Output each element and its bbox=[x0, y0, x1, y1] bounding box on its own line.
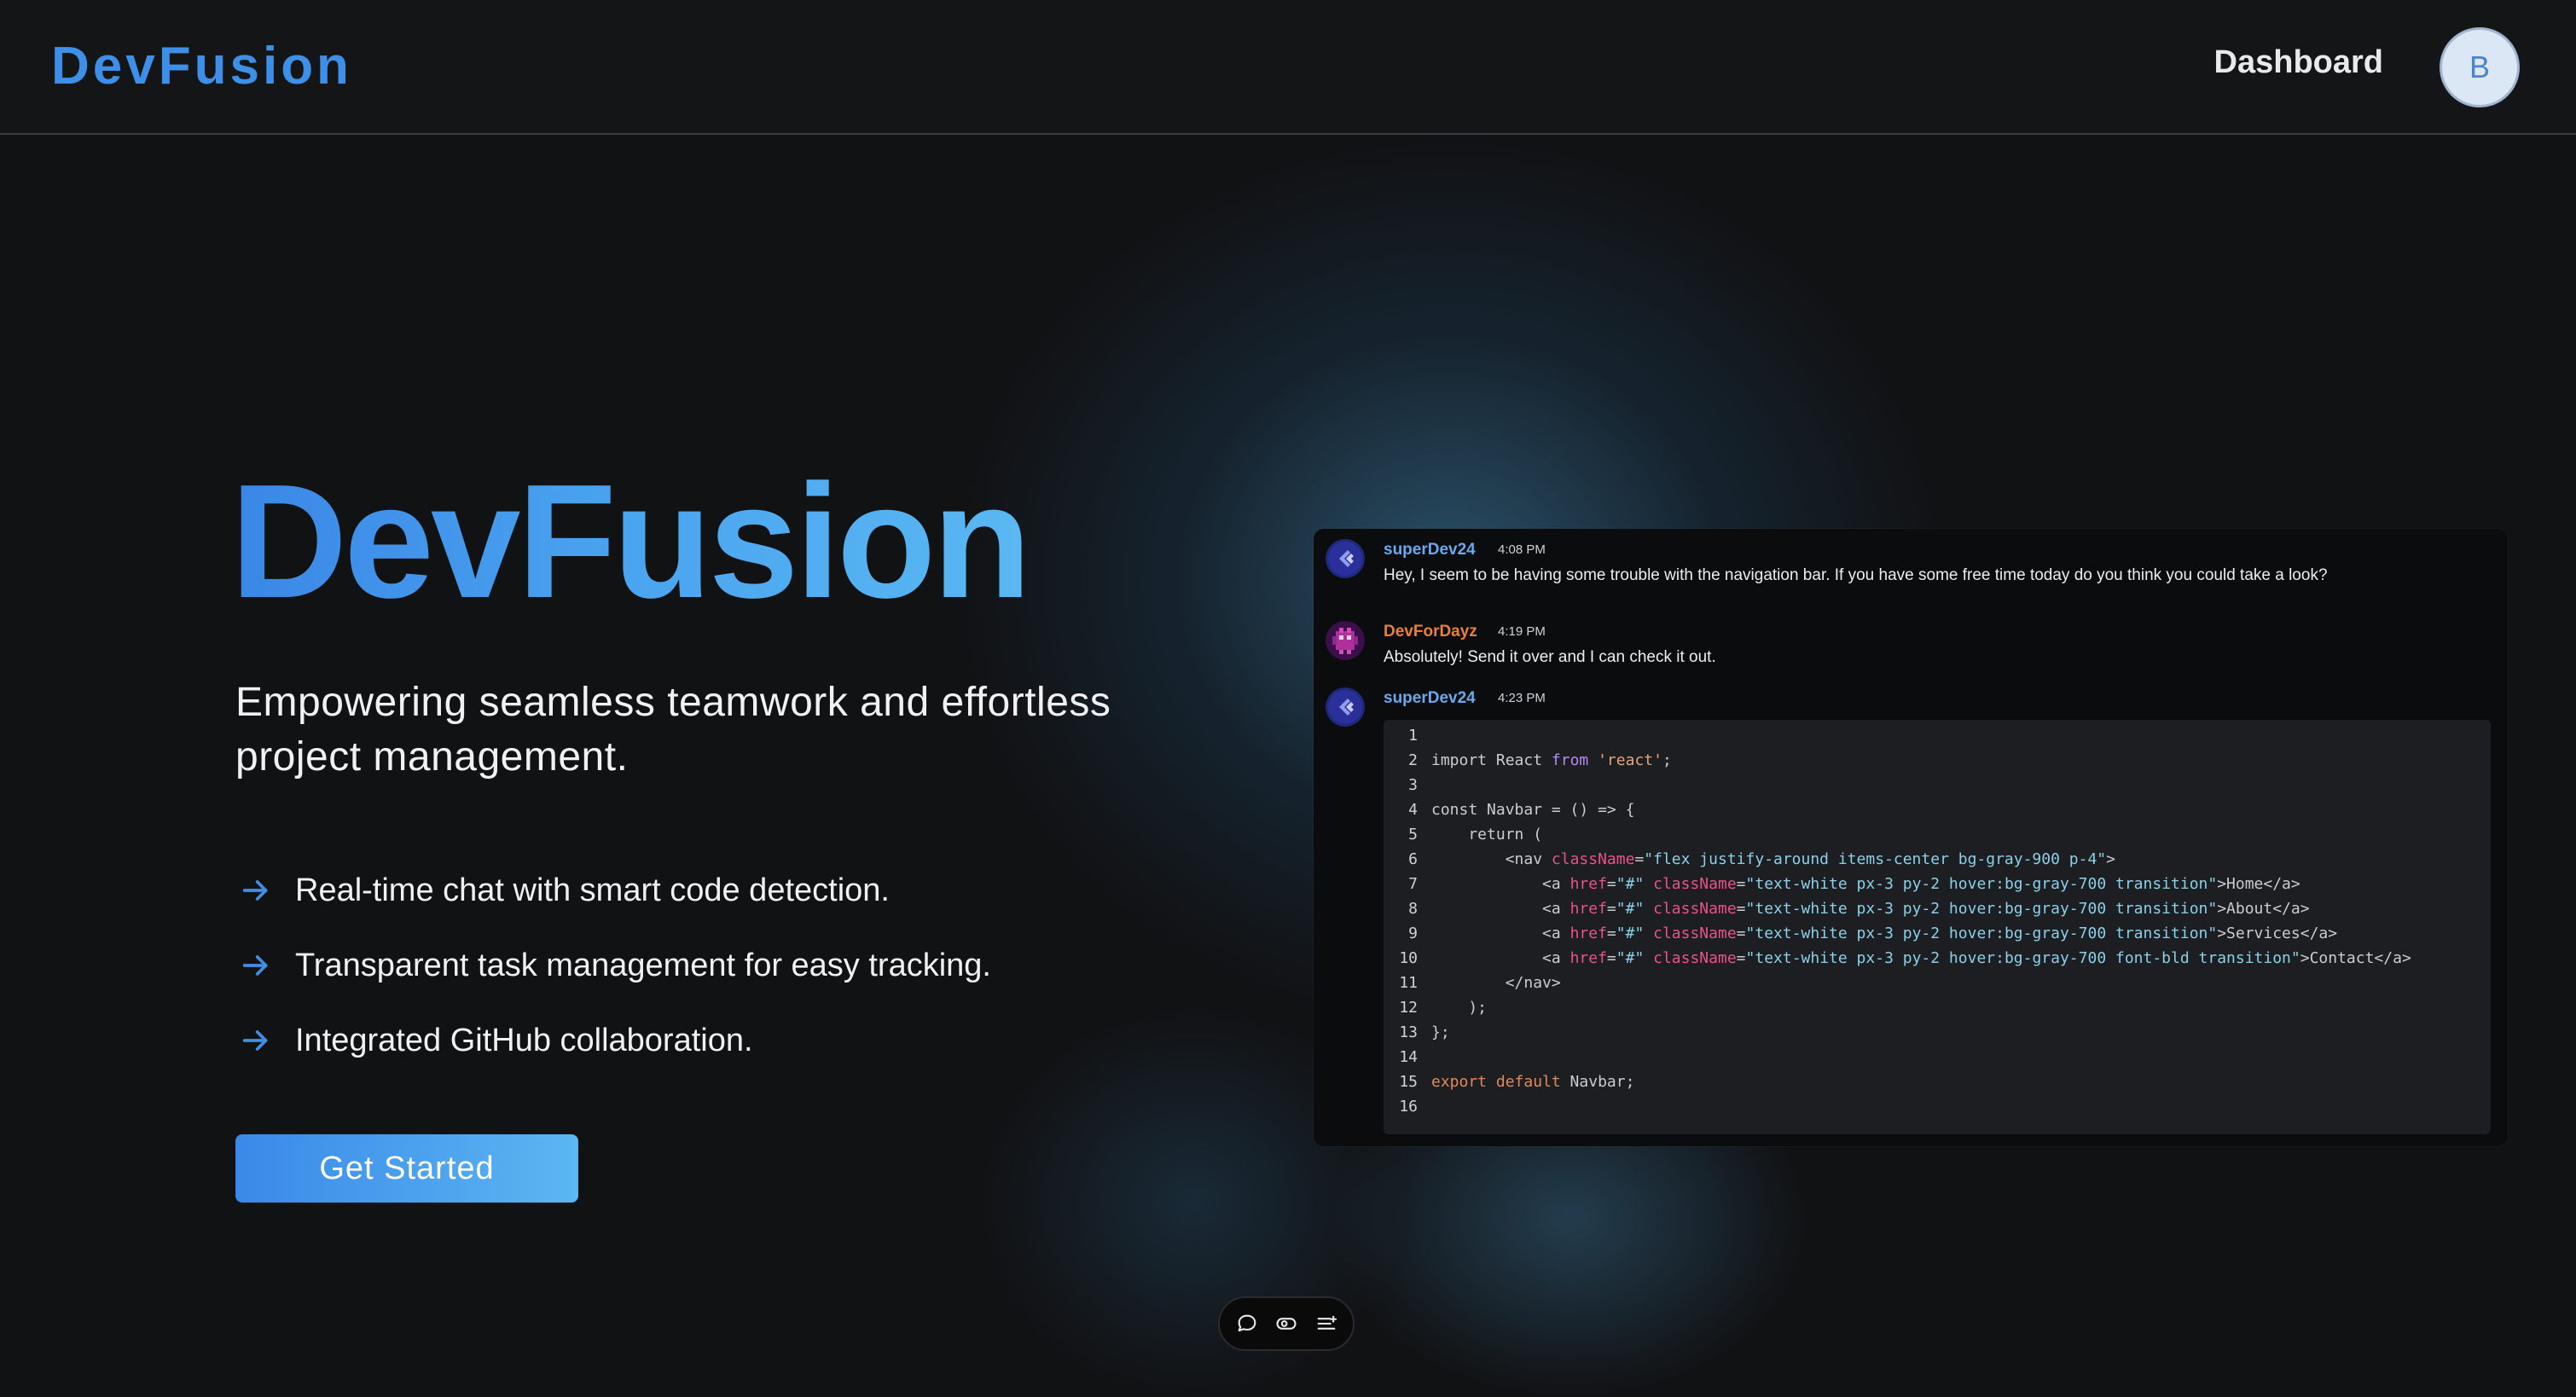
line-number: 11 bbox=[1399, 974, 1418, 992]
arrow-right-icon bbox=[242, 1030, 268, 1051]
line-number: 9 bbox=[1408, 925, 1418, 942]
get-started-button[interactable]: Get Started bbox=[235, 1134, 578, 1203]
code-text: <nav className="flex justify-around item… bbox=[1431, 850, 2115, 868]
toggle-icon bbox=[1276, 1318, 1297, 1330]
avatar-superdev24 bbox=[1326, 539, 1365, 578]
feature-list: Real-time chat with smart code detection… bbox=[239, 853, 991, 1078]
message-text: Absolutely! Send it over and I can check… bbox=[1384, 648, 1716, 666]
code-line: 10 <a href="#" className="text-white px-… bbox=[1384, 946, 2411, 971]
message-author: superDev24 bbox=[1384, 541, 1476, 559]
view-toggle-button[interactable] bbox=[1273, 1311, 1299, 1336]
line-number: 2 bbox=[1408, 751, 1418, 769]
chat-preview: superDev24 4:08 PM Hey, I seem to be hav… bbox=[1314, 529, 2508, 1146]
message-time: 4:08 PM bbox=[1498, 542, 1546, 557]
avatar-devfordayz bbox=[1326, 621, 1365, 660]
code-text: <a href="#" className="text-white px-3 p… bbox=[1431, 925, 2338, 942]
code-line: 11 </nav> bbox=[1384, 971, 1561, 995]
user-avatar-icon bbox=[1326, 687, 1365, 727]
code-line: 5 return ( bbox=[1384, 822, 1542, 847]
code-text: export default Navbar; bbox=[1431, 1073, 1635, 1091]
line-number: 7 bbox=[1408, 875, 1418, 893]
line-number: 4 bbox=[1408, 801, 1418, 819]
code-line: 16 bbox=[1384, 1094, 1431, 1119]
code-text: import React from 'react'; bbox=[1431, 751, 1672, 769]
landing-page: DevFusion Dashboard B DevFusion Empoweri… bbox=[0, 0, 2576, 1397]
line-number: 12 bbox=[1399, 999, 1418, 1017]
message-text: Hey, I seem to be having some trouble wi… bbox=[1384, 566, 2328, 584]
line-number: 14 bbox=[1399, 1048, 1418, 1066]
message-author: DevForDayz bbox=[1384, 623, 1477, 641]
message-time: 4:23 PM bbox=[1498, 691, 1546, 705]
nav-dashboard-link[interactable]: Dashboard bbox=[2214, 44, 2383, 81]
code-line: 9 <a href="#" className="text-white px-3… bbox=[1384, 921, 2337, 946]
code-line: 1 bbox=[1384, 723, 1431, 748]
line-number: 16 bbox=[1399, 1098, 1418, 1116]
message-time: 4:19 PM bbox=[1498, 624, 1546, 639]
code-line: 14 bbox=[1384, 1045, 1431, 1069]
code-line: 4 const Navbar = () => { bbox=[1384, 797, 1634, 822]
code-line: 2 import React from 'react'; bbox=[1384, 748, 1672, 773]
arrow-right-icon bbox=[242, 880, 268, 901]
feature-item: Real-time chat with smart code detection… bbox=[239, 853, 991, 928]
top-navbar: DevFusion Dashboard B bbox=[0, 0, 2576, 135]
code-line: 13}; bbox=[1384, 1020, 1450, 1045]
list-icon bbox=[1317, 1315, 1337, 1330]
feature-text: Integrated GitHub collaboration. bbox=[295, 1022, 753, 1058]
code-line: 15 export default Navbar; bbox=[1384, 1069, 1634, 1094]
avatar-superdev24 bbox=[1326, 687, 1365, 727]
feature-text: Transparent task management for easy tra… bbox=[295, 947, 991, 983]
line-number: 1 bbox=[1408, 727, 1418, 745]
code-line: 12 ); bbox=[1384, 995, 1487, 1020]
user-avatar-icon bbox=[1326, 539, 1365, 578]
code-text: return ( bbox=[1431, 826, 1543, 843]
code-text: <a href="#" className="text-white px-3 p… bbox=[1431, 949, 2411, 967]
hero-subtitle: Empowering seamless teamwork and effortl… bbox=[235, 680, 1111, 780]
code-line: 3 bbox=[1384, 773, 1431, 797]
chat-bubble-icon bbox=[1238, 1314, 1256, 1332]
line-number: 10 bbox=[1399, 949, 1418, 967]
line-number: 6 bbox=[1408, 850, 1418, 868]
user-avatar[interactable]: B bbox=[2440, 27, 2520, 107]
code-text: </nav> bbox=[1431, 974, 1561, 992]
line-number: 8 bbox=[1408, 900, 1418, 918]
floating-toolbar bbox=[1218, 1296, 1355, 1351]
message-author: superDev24 bbox=[1384, 689, 1476, 707]
code-text: <a href="#" className="text-white px-3 p… bbox=[1431, 900, 2310, 918]
feature-item: Transparent task management for easy tra… bbox=[239, 928, 991, 1003]
code-text: ); bbox=[1431, 999, 1488, 1017]
feature-item: Integrated GitHub collaboration. bbox=[239, 1003, 991, 1078]
code-text: }; bbox=[1431, 1023, 1450, 1041]
line-number: 3 bbox=[1408, 776, 1418, 794]
code-snippet[interactable]: 1 2 import React from 'react'; 3 4 const Navb… bbox=[1384, 720, 2491, 1134]
code-line: 8 <a href="#" className="text-white px-3… bbox=[1384, 896, 2310, 921]
code-text: <a href="#" className="text-white px-3 p… bbox=[1431, 875, 2300, 893]
line-number: 5 bbox=[1408, 826, 1418, 843]
code-text: const Navbar = () => { bbox=[1431, 801, 1635, 819]
code-line: 7 <a href="#" className="text-white px-3… bbox=[1384, 872, 2300, 896]
arrow-right-icon bbox=[242, 955, 268, 976]
tasks-button[interactable] bbox=[1314, 1311, 1339, 1336]
user-avatar-icon bbox=[1326, 621, 1365, 660]
line-number: 13 bbox=[1399, 1023, 1418, 1041]
hero-title: DevFusion bbox=[230, 451, 1031, 632]
brand-logo[interactable]: DevFusion bbox=[51, 36, 352, 96]
feature-text: Real-time chat with smart code detection… bbox=[295, 872, 890, 908]
code-line: 6 <nav className="flex justify-around it… bbox=[1384, 847, 2115, 872]
line-number: 15 bbox=[1399, 1073, 1418, 1091]
chat-toggle-button[interactable] bbox=[1234, 1311, 1260, 1336]
